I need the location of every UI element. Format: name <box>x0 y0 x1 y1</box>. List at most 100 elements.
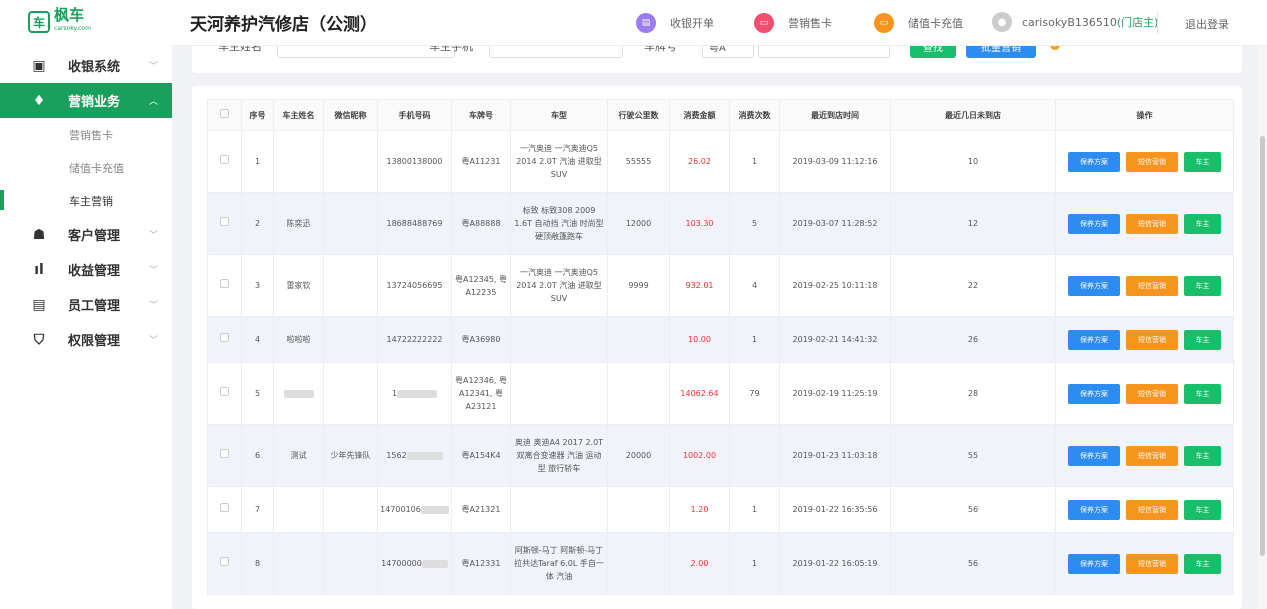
sms-button[interactable]: 短信营销 <box>1126 445 1178 466</box>
cell-days-absent: 55 <box>890 424 1056 487</box>
cell-count: 1 <box>729 130 780 193</box>
recharge-button[interactable]: ▭ 储值卡充值 <box>874 13 963 33</box>
owner-button[interactable]: 车主 <box>1184 151 1221 172</box>
redacted-block <box>420 505 449 514</box>
col-header: 最近到店时间 <box>779 99 891 131</box>
row-checkbox[interactable] <box>220 387 229 396</box>
cell-name: 测试 <box>273 424 324 487</box>
logo[interactable]: 车 枫车 carsoky.com <box>28 8 91 36</box>
cell-last-visit-text: 2019-02-21 14:41:32 <box>792 335 878 344</box>
owner-button[interactable]: 车主 <box>1184 329 1221 350</box>
cell-name <box>273 532 324 595</box>
col-header: 车主姓名 <box>273 99 324 131</box>
sms-button[interactable]: 短信营销 <box>1126 383 1178 404</box>
redacted-block <box>397 389 438 398</box>
cell-count-text: 1 <box>751 559 758 568</box>
owner-button[interactable]: 车主 <box>1184 553 1221 574</box>
cell-plate: 粤A88888 <box>451 192 511 255</box>
owner-button[interactable]: 车主 <box>1184 213 1221 234</box>
store-title: 天河养护汽修店（公测） <box>190 15 377 35</box>
plan-button[interactable]: 保养方案 <box>1068 329 1120 350</box>
cell-no: 8 <box>241 532 274 595</box>
order-button[interactable]: ▤ 收银开单 <box>636 13 714 33</box>
nav-item-marketing[interactable]: ♦ 营销业务 ︿ <box>0 83 172 118</box>
cell-no: 1 <box>241 130 274 193</box>
scrollbar[interactable] <box>1258 46 1267 609</box>
sms-button[interactable]: 短信营销 <box>1126 275 1178 296</box>
cell-amount-text: 14062.64 <box>680 389 719 398</box>
owner-button[interactable]: 车主 <box>1184 275 1221 296</box>
owner-button[interactable]: 车主 <box>1184 499 1221 520</box>
cell-wechat <box>323 192 378 255</box>
nav-sub-sell-card[interactable]: 营销售卡 <box>0 118 172 151</box>
sms-button[interactable]: 短信营销 <box>1126 553 1178 574</box>
select-cell <box>207 486 242 533</box>
sms-button[interactable]: 短信营销 <box>1126 499 1178 520</box>
nav-item-customer[interactable]: ☗ 客户管理 ﹀ <box>0 217 172 252</box>
plan-button[interactable]: 保养方案 <box>1068 383 1120 404</box>
row-checkbox[interactable] <box>220 557 229 566</box>
nav-item-revenue[interactable]: ıl 收益管理 ﹀ <box>0 252 172 287</box>
plan-button[interactable]: 保养方案 <box>1068 499 1120 520</box>
col-header: 微信昵称 <box>323 99 378 131</box>
cell-no-text: 8 <box>254 559 261 568</box>
cell-amount: 14062.64 <box>669 362 730 425</box>
table-row: 5 1 粤A12346, 粤A12341, 粤A23121 14062.64 79 201… <box>207 362 1234 425</box>
table-row: 4 啦啦啦 14722222222 粤A36980 10.00 1 2019-02-21 1… <box>207 316 1234 363</box>
cell-plate: 粤A21321 <box>451 486 511 533</box>
row-checkbox[interactable] <box>220 333 229 342</box>
sms-button[interactable]: 短信营销 <box>1126 329 1178 350</box>
cell-name-text: 陈奕迅 <box>286 219 311 228</box>
cell-km <box>607 486 670 533</box>
cell-last-visit: 2019-03-07 11:28:52 <box>779 192 891 255</box>
owner-button[interactable]: 车主 <box>1184 383 1221 404</box>
cell-phone: 14700000 <box>377 532 452 595</box>
sms-button[interactable]: 短信营销 <box>1126 213 1178 234</box>
nav-item-permission[interactable]: ⛉ 权限管理 ﹀ <box>0 322 172 357</box>
cell-days-absent-text: 55 <box>967 451 979 460</box>
logout-link[interactable]: 退出登录 <box>1185 16 1229 32</box>
row-checkbox[interactable] <box>220 279 229 288</box>
scrollbar-thumb[interactable] <box>1260 136 1265 556</box>
cell-amount-text: 932.01 <box>685 281 714 290</box>
chevron-down-icon: ﹀ <box>148 336 158 346</box>
sell-card-button[interactable]: ▭ 营销售卡 <box>754 13 832 33</box>
cell-model <box>510 486 608 533</box>
cell-model <box>510 362 608 425</box>
cell-model: 奥迪 奥迪A4 2017 2.0T 双离合变速器 汽油 运动型 旅行轿车 <box>510 424 608 487</box>
cell-amount-text: 1.20 <box>690 505 709 514</box>
select-cell <box>207 192 242 255</box>
row-checkbox[interactable] <box>220 217 229 226</box>
cell-plate-text: 粤A36980 <box>461 335 501 344</box>
cell-name: 啦啦啦 <box>273 316 324 363</box>
cell-wechat <box>323 130 378 193</box>
cell-days-absent: 10 <box>890 130 1056 193</box>
cell-model: 阿斯顿-马丁 阿斯顿-马丁拉共达Taraf 6.0L 手自一体 汽油 <box>510 532 608 595</box>
user-info[interactable]: ● carisokyB136510 (门店主) <box>992 12 1158 32</box>
cell-model-text: 一汽奥迪 一汽奥迪Q5 2014 2.0T 汽油 进取型 SUV <box>516 268 602 303</box>
select-all-checkbox[interactable] <box>220 108 229 118</box>
sms-button[interactable]: 短信营销 <box>1126 151 1178 172</box>
cell-count: 4 <box>729 254 780 317</box>
owner-button[interactable]: 车主 <box>1184 445 1221 466</box>
plan-button[interactable]: 保养方案 <box>1068 445 1120 466</box>
plan-button[interactable]: 保养方案 <box>1068 213 1120 234</box>
cell-days-absent: 28 <box>890 362 1056 425</box>
redacted-block <box>283 389 314 398</box>
nav-item-cashier[interactable]: ▣ 收银系统 ﹀ <box>0 48 172 83</box>
nav-sub-recharge[interactable]: 储值卡充值 <box>0 151 172 184</box>
nav-item-staff[interactable]: ▤ 员工管理 ﹀ <box>0 287 172 322</box>
row-checkbox[interactable] <box>220 155 229 164</box>
select-cell <box>207 254 242 317</box>
nav-sub-owner-marketing[interactable]: 车主营销 <box>0 184 172 217</box>
row-checkbox[interactable] <box>220 449 229 458</box>
row-checkbox[interactable] <box>220 503 229 512</box>
plan-button[interactable]: 保养方案 <box>1068 275 1120 296</box>
cell-amount-text: 103.30 <box>685 219 714 228</box>
sidebar: 车 枫车 carsoky.com ▣ 收银系统 ﹀ ♦ 营销业务 ︿ 营销售卡 … <box>0 0 172 609</box>
col-header: 车型 <box>510 99 608 131</box>
plan-button[interactable]: 保养方案 <box>1068 151 1120 172</box>
nav-label: 收银系统 <box>68 60 121 75</box>
plan-button[interactable]: 保养方案 <box>1068 553 1120 574</box>
cell-wechat <box>323 316 378 363</box>
